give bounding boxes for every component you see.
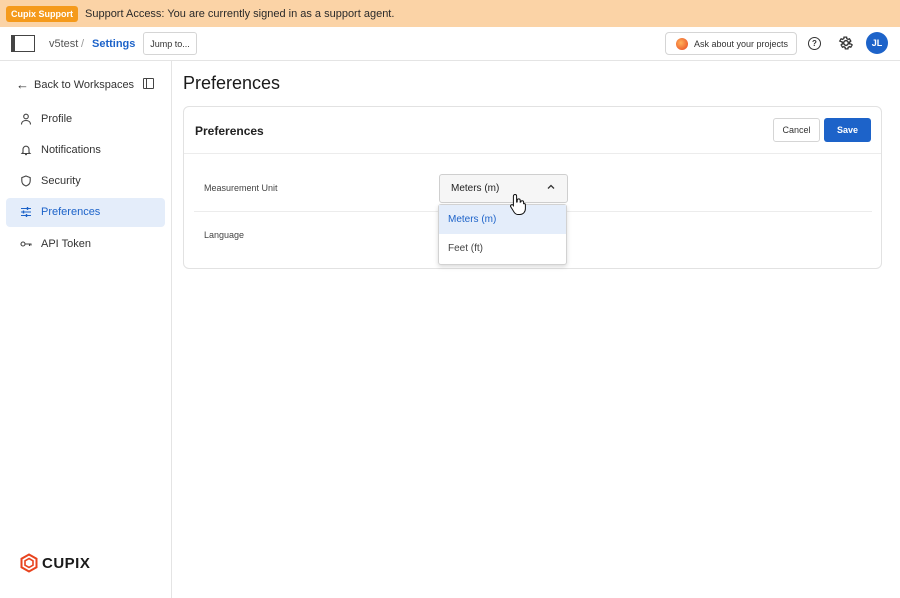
help-icon[interactable]: ? <box>808 37 821 50</box>
sidebar-item-label: API Token <box>41 237 91 250</box>
sidebar-item-preferences[interactable]: Preferences <box>6 197 165 227</box>
breadcrumb-current: Settings <box>92 38 136 50</box>
ai-spark-icon <box>676 37 688 50</box>
measurement-unit-label: Measurement Unit <box>204 183 278 193</box>
back-to-workspaces-link[interactable]: ← Back to Workspaces <box>16 77 134 92</box>
select-value: Meters (m) <box>451 183 500 194</box>
jump-to-button[interactable]: Jump to... <box>143 32 197 55</box>
sidebar-item-api-token[interactable]: API Token <box>6 229 165 258</box>
measurement-unit-dropdown: Meters (m) Feet (ft) <box>438 204 567 265</box>
card-title: Preferences <box>195 124 264 138</box>
cupix-logo: CUPIX <box>19 553 90 573</box>
sidebar-item-label: Profile <box>41 112 73 125</box>
sidebar-item-notifications[interactable]: Notifications <box>6 135 165 164</box>
cancel-button[interactable]: Cancel <box>773 118 820 142</box>
sidebar-item-profile[interactable]: Profile <box>6 104 165 133</box>
back-label: Back to Workspaces <box>34 78 135 91</box>
ask-projects-button[interactable]: Ask about your projects <box>665 32 797 55</box>
sidebar-item-label: Notifications <box>41 143 101 156</box>
page-title: Preferences <box>183 73 281 93</box>
cupix-wordmark: CUPIX <box>42 554 91 572</box>
sidebar-item-label: Preferences <box>41 206 101 219</box>
language-label: Language <box>204 230 245 240</box>
ask-projects-label: Ask about your projects <box>694 38 789 49</box>
arrow-left-icon: ← <box>16 77 29 92</box>
breadcrumb-workspace[interactable]: v5test <box>49 38 78 50</box>
top-bar: v5test / Settings Jump to... Ask about y… <box>0 27 900 61</box>
sidebar-item-label: Security <box>41 175 81 188</box>
option-feet[interactable]: Feet (ft) <box>439 234 566 263</box>
breadcrumb-separator: / <box>81 38 85 50</box>
key-icon <box>20 238 32 250</box>
gear-icon[interactable] <box>838 35 854 51</box>
support-badge: Cupix Support <box>6 5 78 22</box>
collapse-sidebar-icon[interactable] <box>143 78 154 89</box>
cupix-logo-mark <box>20 553 38 573</box>
user-avatar[interactable]: JL <box>866 32 888 54</box>
save-button[interactable]: Save <box>824 118 871 142</box>
hand-cursor-icon <box>510 193 526 215</box>
shield-icon <box>20 175 32 187</box>
sidebar: ← Back to Workspaces Profile Notificatio… <box>0 61 172 598</box>
menu-icon[interactable] <box>11 35 35 52</box>
sidebar-item-security[interactable]: Security <box>6 167 165 196</box>
support-banner: Cupix Support Support Access: You are cu… <box>0 0 900 27</box>
settings-nav: Profile Notifications Security Preferenc… <box>6 104 165 260</box>
person-icon <box>20 113 32 125</box>
option-meters[interactable]: Meters (m) <box>439 205 566 234</box>
card-divider <box>184 153 881 154</box>
measurement-unit-select[interactable]: Meters (m) <box>439 174 568 203</box>
sliders-icon <box>20 206 32 218</box>
chevron-up-icon <box>547 183 555 193</box>
support-message: Support Access: You are currently signed… <box>85 7 395 20</box>
bell-icon <box>20 144 32 156</box>
